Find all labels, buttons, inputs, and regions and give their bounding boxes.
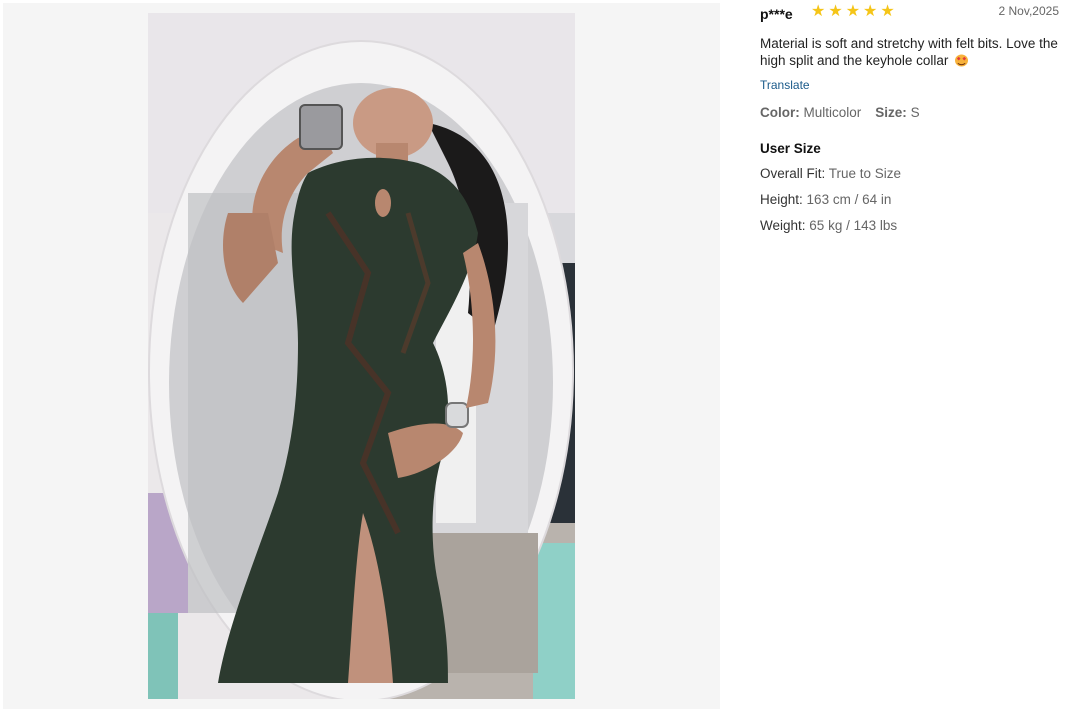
color-label: Color:	[760, 105, 800, 120]
review-attributes: Color: Multicolor Size: S	[760, 105, 1060, 120]
weight-value: 65 kg / 143 lbs	[809, 218, 898, 233]
rating-stars: ★ ★ ★ ★ ★	[811, 3, 895, 21]
size-value: S	[910, 105, 920, 120]
color-value: Multicolor	[803, 105, 862, 120]
review-header: p***e ★ ★ ★ ★ ★ 2 Nov,2025	[760, 3, 1060, 23]
review-photo[interactable]	[148, 13, 575, 699]
height-label: Height:	[760, 192, 803, 207]
reviewer-username: p***e	[760, 6, 793, 22]
weight-row: Weight: 65 kg / 143 lbs	[760, 217, 1060, 234]
translate-link[interactable]: Translate	[760, 78, 810, 92]
height-row: Height: 163 cm / 64 in	[760, 191, 1060, 208]
size-label: Size:	[875, 105, 907, 120]
review-panel: p***e ★ ★ ★ ★ ★ 2 Nov,2025 Material is s…	[760, 3, 1060, 234]
star-icon: ★	[863, 3, 878, 20]
photo-panel	[3, 3, 720, 709]
size-attribute: Size: S	[875, 105, 919, 120]
star-icon: ★	[880, 3, 895, 20]
review-body: Material is soft and stretchy with felt …	[760, 36, 1058, 68]
review-text: Material is soft and stretchy with felt …	[760, 35, 1058, 69]
weight-label: Weight:	[760, 218, 806, 233]
review-date: 2 Nov,2025	[998, 4, 1060, 18]
height-value: 163 cm / 64 in	[806, 192, 892, 207]
star-icon: ★	[828, 3, 843, 20]
overall-fit-row: Overall Fit: True to Size	[760, 165, 1060, 182]
heart-eyes-emoji-icon	[955, 54, 969, 67]
star-icon: ★	[811, 3, 826, 20]
user-size-title: User Size	[760, 141, 821, 156]
overall-fit-value: True to Size	[828, 166, 902, 181]
overall-fit-label: Overall Fit:	[760, 166, 826, 181]
color-attribute: Color: Multicolor	[760, 105, 861, 120]
star-icon: ★	[845, 3, 861, 20]
